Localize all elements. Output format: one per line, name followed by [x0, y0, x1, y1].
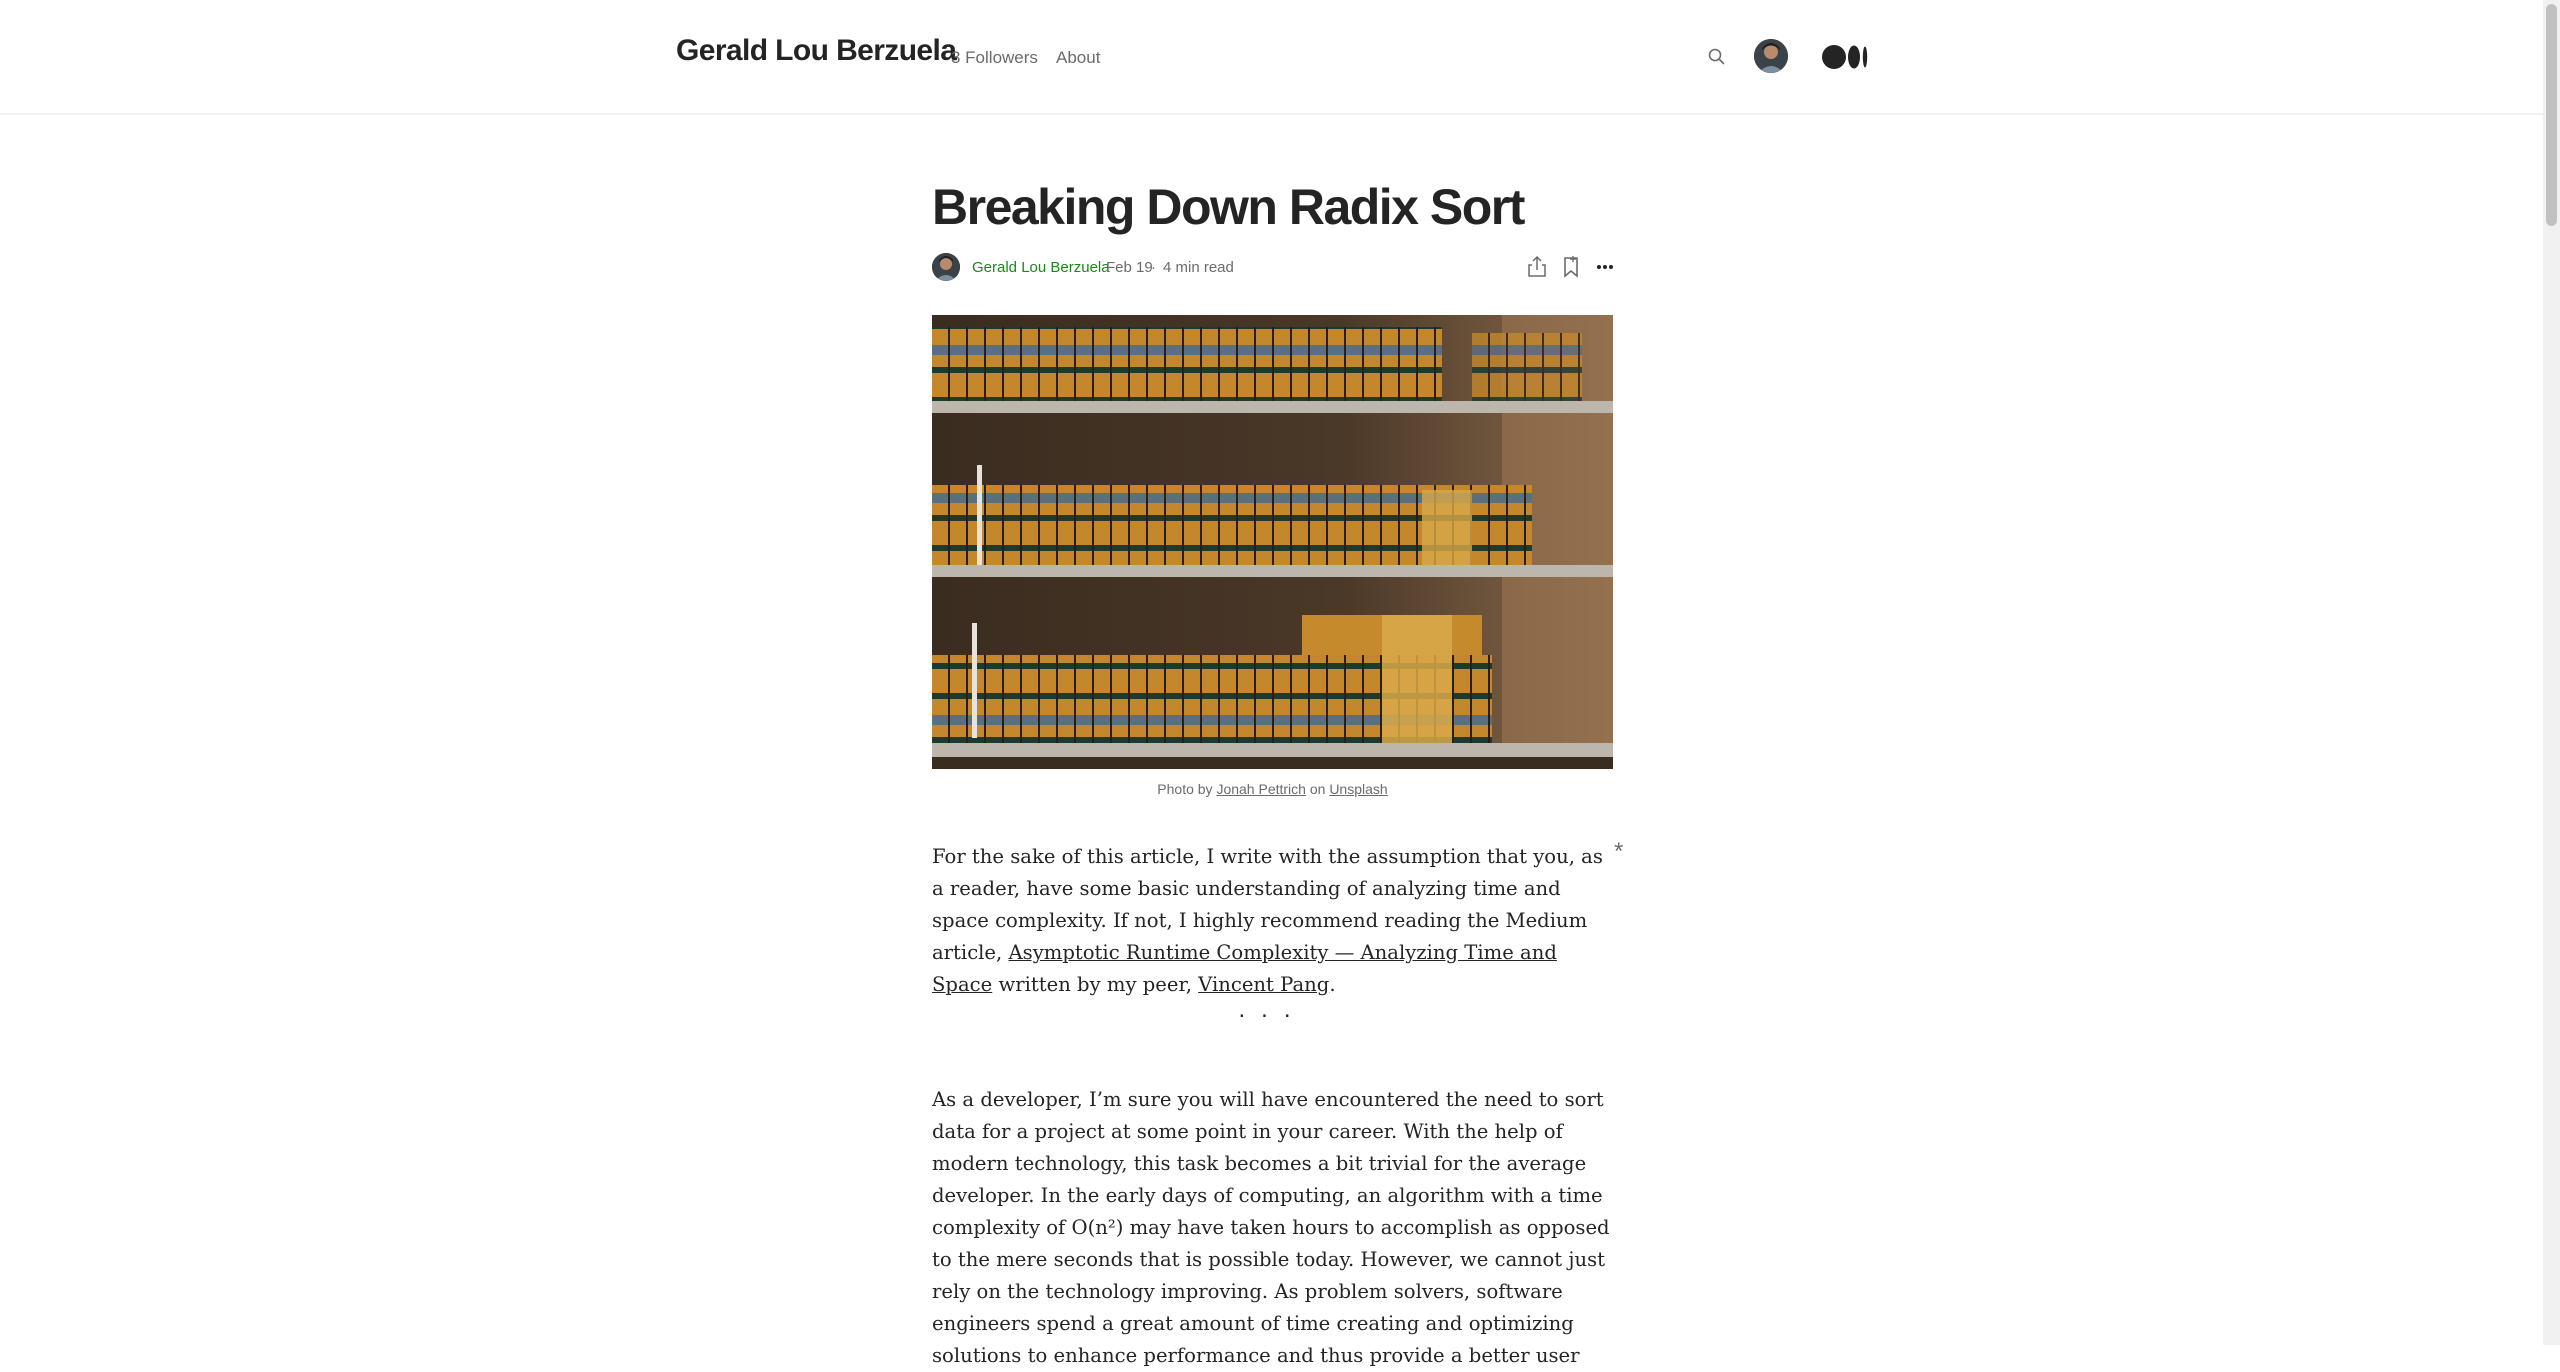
read-time: 4 min read — [1163, 259, 1234, 276]
article-meta: Gerald Lou Berzuela Feb 19 · 4 min read — [932, 253, 1613, 283]
followers-link[interactable]: 3 Followers — [951, 48, 1038, 68]
author-avatar[interactable] — [932, 253, 960, 281]
about-link[interactable]: About — [1056, 48, 1100, 68]
share-icon[interactable] — [1523, 253, 1551, 281]
body-paragraph: As a developer, I’m sure you will have e… — [932, 1088, 1610, 1367]
caption-prefix: Photo by — [1157, 781, 1213, 797]
caption-mid: on — [1309, 781, 1326, 797]
unsplash-link[interactable]: Unsplash — [1329, 781, 1387, 797]
bookmark-icon[interactable] — [1557, 253, 1585, 281]
vincent-pang-link[interactable]: Vincent Pang — [1198, 973, 1329, 996]
private-note-marker[interactable]: * — [1614, 838, 1623, 866]
top-navigation-bar: Gerald Lou Berzuela 3 Followers About — [0, 0, 2543, 115]
publication-title[interactable]: Gerald Lou Berzuela — [676, 34, 957, 68]
scrollbar-thumb[interactable] — [2546, 4, 2557, 226]
author-name-link[interactable]: Gerald Lou Berzuela — [972, 259, 1110, 276]
publish-date: Feb 19 — [1106, 259, 1153, 276]
section-separator: ... — [1238, 996, 1307, 1023]
photographer-link[interactable]: Jonah Pettrich — [1216, 781, 1306, 797]
intro-paragraph: For the sake of this article, I write wi… — [932, 841, 1613, 1001]
hero-image-bookshelf — [932, 315, 1613, 769]
search-icon[interactable] — [1705, 45, 1729, 69]
intro-text-2: written by my peer, — [992, 973, 1199, 996]
image-caption: Photo by Jonah Pettrich on Unsplash — [932, 781, 1613, 797]
medium-logo-icon[interactable] — [1822, 43, 1870, 71]
user-avatar[interactable] — [1754, 39, 1788, 73]
article-title: Breaking Down Radix Sort — [932, 179, 1525, 235]
meta-separator: · — [1151, 259, 1156, 276]
more-options-icon[interactable] — [1591, 253, 1619, 281]
intro-text-3: . — [1329, 973, 1336, 996]
